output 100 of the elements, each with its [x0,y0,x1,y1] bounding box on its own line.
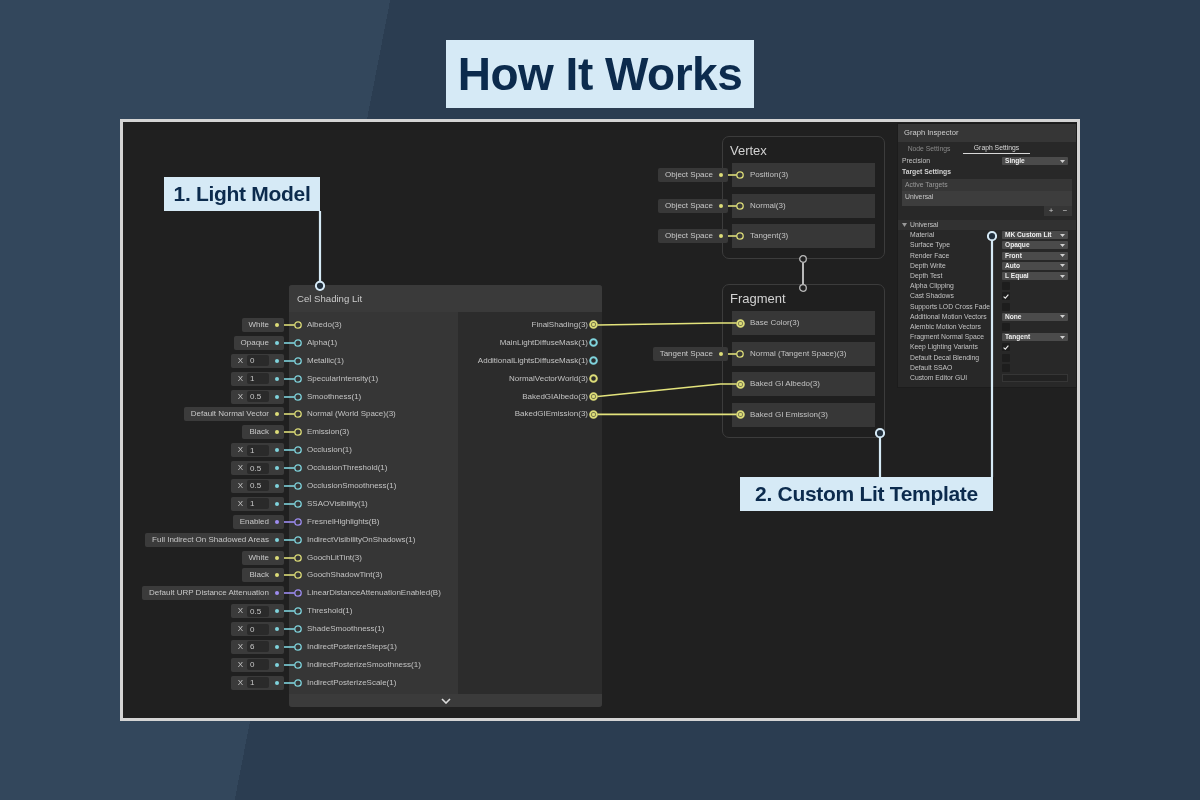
port-icon[interactable] [284,659,302,670]
value-field[interactable]: Object Space [657,198,728,213]
port-icon[interactable] [284,606,302,617]
port-label: Threshold(1) [307,606,353,616]
axis-label: X [237,462,243,475]
axis-label: X [237,479,243,492]
port-icon[interactable] [589,320,598,330]
port-icon[interactable] [284,463,302,474]
add-button[interactable]: + [1044,206,1058,217]
chevron-down-icon[interactable] [440,697,451,704]
port-label: GoochShadowTint(3) [307,570,383,580]
number-field[interactable]: 0.5 [247,480,269,492]
number-field[interactable]: 1 [247,498,269,510]
value-field[interactable]: Black [242,568,284,583]
port-label: Baked GI Albedo(3) [750,378,820,390]
port-icon[interactable] [284,319,302,330]
port-label: NormalVectorWorld(3) [509,373,588,383]
port-icon[interactable] [284,373,302,384]
port-icon[interactable] [736,379,745,389]
axis-label: X [237,444,243,457]
value-field[interactable]: Default URP Distance Attenuation [142,586,284,601]
caret-icon [1060,274,1065,278]
port-icon[interactable] [284,409,302,420]
port-icon[interactable] [284,445,302,456]
port-label: SpecularIntensity(1) [307,373,379,383]
port-icon[interactable] [284,391,302,402]
value-field[interactable]: Object Space [657,168,728,182]
checkbox[interactable] [1002,343,1010,352]
port-label: OcclusionSmoothness(1) [307,481,397,490]
port-icon[interactable] [736,318,745,328]
text-field[interactable] [1002,373,1068,382]
caret-icon [1060,315,1065,319]
port-icon[interactable] [728,170,744,180]
port-label: Position(3) [750,169,789,181]
caret-icon [1060,159,1065,163]
port-icon[interactable] [284,427,302,438]
value-field[interactable]: White [241,550,284,565]
number-field[interactable]: 1 [247,373,269,385]
checkbox[interactable] [1002,292,1010,301]
port-label: Occlusion(1) [307,445,352,455]
value-field[interactable]: Default Normal Vector [183,407,284,422]
caret-icon [1060,243,1065,247]
port-icon[interactable] [284,337,302,348]
port-label: BakedGIEmission(3) [514,409,588,419]
number-field[interactable]: 0 [247,659,269,671]
value-field[interactable]: Enabled [232,514,284,529]
callout-connector [875,428,885,477]
port-icon[interactable] [284,588,302,599]
port-label: BakedGIAlbedo(3) [522,391,588,401]
port-icon[interactable] [728,200,744,211]
port-icon[interactable] [589,338,598,348]
port-icon[interactable] [284,570,302,581]
number-field[interactable]: 0.5 [247,391,269,402]
number-field[interactable]: 1 [247,444,269,456]
port-icon[interactable] [284,480,302,491]
number-field[interactable]: 1 [247,677,269,689]
port-dot-icon [719,203,723,208]
port-label: OcclusionThreshold(1) [307,463,388,473]
port-dot-icon [719,351,723,356]
port-label: Baked GI Emission(3) [750,408,828,421]
port-icon[interactable] [284,355,302,366]
remove-button[interactable]: − [1058,206,1072,217]
port-icon[interactable] [728,348,744,359]
port-icon[interactable] [284,534,302,545]
port-icon[interactable] [284,624,302,635]
number-field[interactable]: 0.5 [247,462,269,474]
port-icon[interactable] [284,552,302,563]
port-icon[interactable] [284,498,302,509]
checkbox[interactable] [1002,322,1010,331]
number-field[interactable]: 0 [247,623,269,635]
value-field[interactable]: Opaque [233,335,284,350]
port-label: Normal (World Space)(3) [307,409,396,419]
port-label: GoochLitTint(3) [307,552,362,562]
number-field[interactable]: 0 [247,355,269,367]
value-field[interactable]: White [241,317,284,332]
caret-icon [1060,335,1065,339]
port-icon[interactable] [736,410,745,419]
node-title: Vertex [730,142,768,160]
port-icon[interactable] [589,409,598,419]
port-label: Tangent(3) [750,230,789,242]
port-label: ShadeSmoothness(1) [307,624,385,634]
port-icon[interactable] [589,392,598,401]
port-icon[interactable] [589,374,598,384]
port-icon[interactable] [589,356,598,366]
value-field[interactable]: Full Indirect On Shadowed Areas [145,532,284,547]
caret-icon [1060,233,1065,237]
page-title: How It Works [445,40,755,108]
value-field[interactable]: Object Space [657,229,728,243]
number-field[interactable]: 6 [247,641,269,653]
value-field[interactable]: Black [242,425,284,440]
number-field[interactable]: 0.5 [247,605,269,617]
port-icon[interactable] [284,516,302,527]
port-icon[interactable] [284,641,302,652]
port-label: IndirectPosterizeSteps(1) [307,642,397,652]
axis-label: X [237,390,243,403]
port-icon[interactable] [728,231,744,241]
value-field[interactable]: Tangent Space [652,346,728,361]
port-icon[interactable] [284,677,302,688]
callout-label: 1. Light Model [164,177,320,211]
node-title: Fragment [730,290,787,308]
